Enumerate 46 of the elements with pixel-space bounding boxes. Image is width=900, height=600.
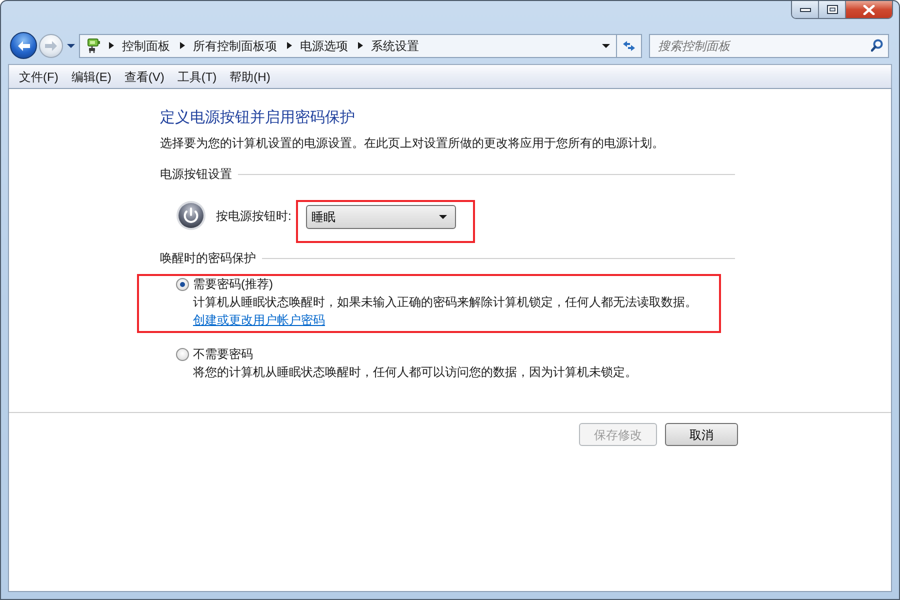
field-label: 按电源按钮时: xyxy=(216,208,292,224)
chevron-right-icon[interactable] xyxy=(180,42,185,49)
address-caret-icon[interactable] xyxy=(602,44,610,48)
menu-item[interactable]: 文件(F) xyxy=(13,68,64,84)
cancel-button[interactable]: 取消 xyxy=(665,423,738,446)
search-field[interactable]: 搜索控制面板 xyxy=(649,34,889,58)
account-password-link[interactable]: 创建或更改用户帐户密码 xyxy=(193,313,325,327)
refresh-icon xyxy=(622,40,636,52)
menu-item[interactable]: 编辑(E) xyxy=(65,68,118,84)
menu-item[interactable]: 工具(T) xyxy=(171,68,223,84)
maximize-button[interactable] xyxy=(819,1,846,18)
page-description: 选择要为您的计算机设置的电源设置。在此页上对设置所做的更改将应用于您所有的电源计划。 xyxy=(160,135,665,152)
chevron-right-icon[interactable] xyxy=(109,42,114,49)
breadcrumb-item[interactable]: 电源选项 xyxy=(298,38,350,54)
back-button[interactable] xyxy=(10,32,37,59)
page-title: 定义电源按钮并启用密码保护 xyxy=(160,108,356,128)
menu-item[interactable]: 帮助(H) xyxy=(224,68,276,84)
history-caret-icon[interactable] xyxy=(67,44,75,48)
radio-button[interactable] xyxy=(176,278,189,291)
arrow-right-icon xyxy=(44,40,58,52)
section-heading: 电源按钮设置 xyxy=(160,166,232,183)
power-icon xyxy=(176,200,206,231)
power-action-dropdown[interactable]: 睡眠 xyxy=(306,205,456,229)
option-label: 需要密码(推荐) xyxy=(193,276,274,292)
section-heading: 唤醒时的密码保护 xyxy=(160,250,256,267)
close-button[interactable] xyxy=(846,1,892,18)
breadcrumb-item[interactable]: 系统设置 xyxy=(369,38,421,54)
minimize-icon xyxy=(800,8,810,12)
minimize-button[interactable] xyxy=(792,1,819,18)
search-icon[interactable] xyxy=(871,38,883,52)
chevron-right-icon[interactable] xyxy=(358,42,363,49)
refresh-button[interactable] xyxy=(617,34,642,58)
address-bar[interactable]: 控制面板 所有控制面板项 电源选项 系统设置 xyxy=(79,34,617,58)
battery-plug-icon xyxy=(85,38,101,54)
chevron-right-icon[interactable] xyxy=(287,42,292,49)
caret-down-icon xyxy=(439,215,448,219)
breadcrumb-item[interactable]: 控制面板 xyxy=(120,38,172,54)
option-description: 将您的计算机从睡眠状态唤醒时，任何人都可以访问您的数据，因为计算机未锁定。 xyxy=(193,364,638,381)
option-description: 计算机从睡眠状态唤醒时，如果未输入正确的密码来解除计算机锁定，任何人都无法读取数据。 创建或更改用户帐户密码 xyxy=(193,294,698,329)
breadcrumb-item[interactable]: 所有控制面板项 xyxy=(191,38,279,54)
arrow-left-icon xyxy=(16,40,30,52)
option-label: 不需要密码 xyxy=(193,346,254,362)
close-icon xyxy=(863,4,875,14)
menu-item[interactable]: 查看(V) xyxy=(118,68,170,84)
radio-button[interactable] xyxy=(176,348,189,361)
maximize-icon xyxy=(826,5,838,14)
